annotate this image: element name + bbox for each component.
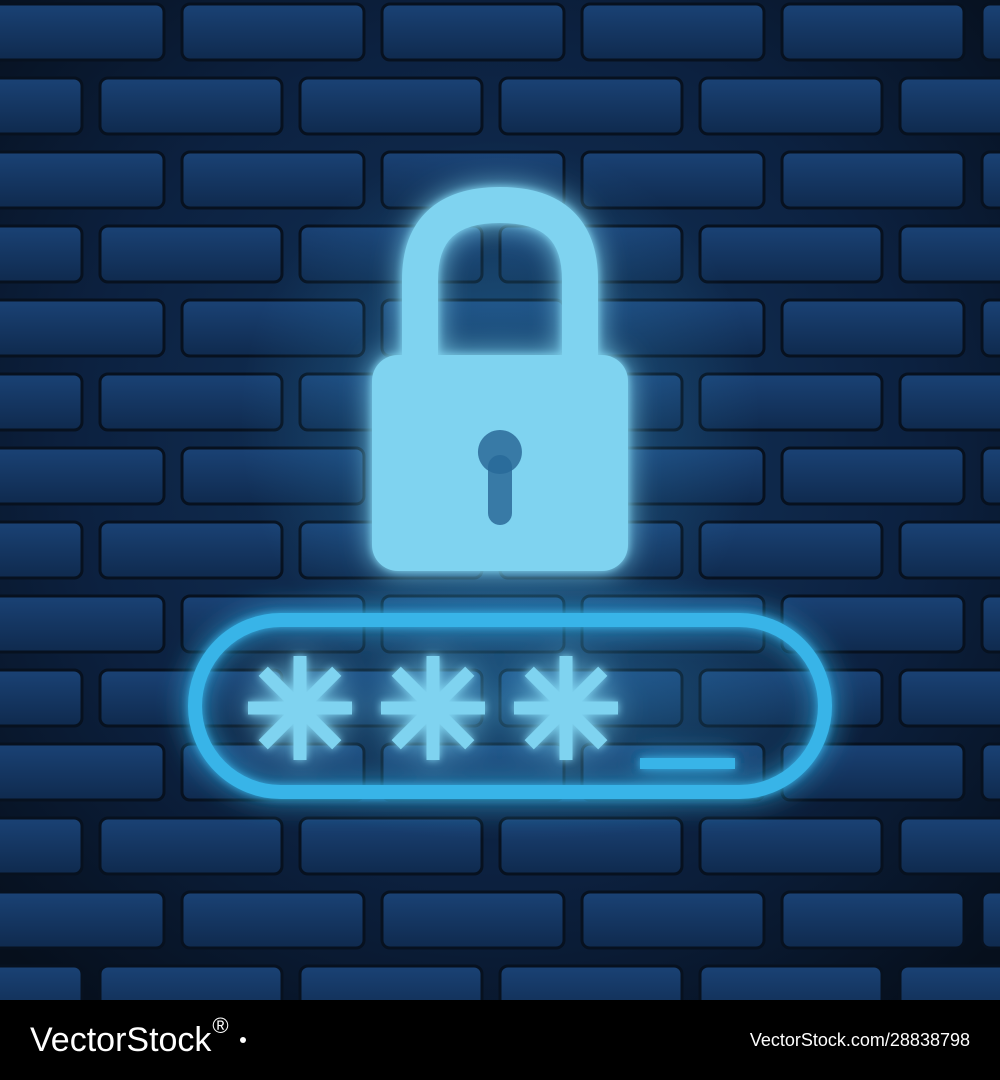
brand-mark-icon [231, 1028, 255, 1052]
lock-password-illustration [155, 140, 875, 840]
registered-mark: ® [212, 1013, 229, 1038]
asterisk-icon [514, 656, 618, 760]
brand-logo: VectorStock ® [30, 1013, 255, 1060]
asterisk-icon [248, 656, 352, 760]
text-cursor [640, 758, 735, 769]
image-id: VectorStock.com/28838798 [749, 1029, 970, 1050]
watermark-footer: VectorStock ® VectorStock.com/28838798 [0, 1000, 1000, 1080]
asterisk-icon [381, 656, 485, 760]
scene: VectorStock ® VectorStock.com/28838798 [0, 0, 1000, 1080]
brand-text: VectorStock [30, 1020, 212, 1059]
